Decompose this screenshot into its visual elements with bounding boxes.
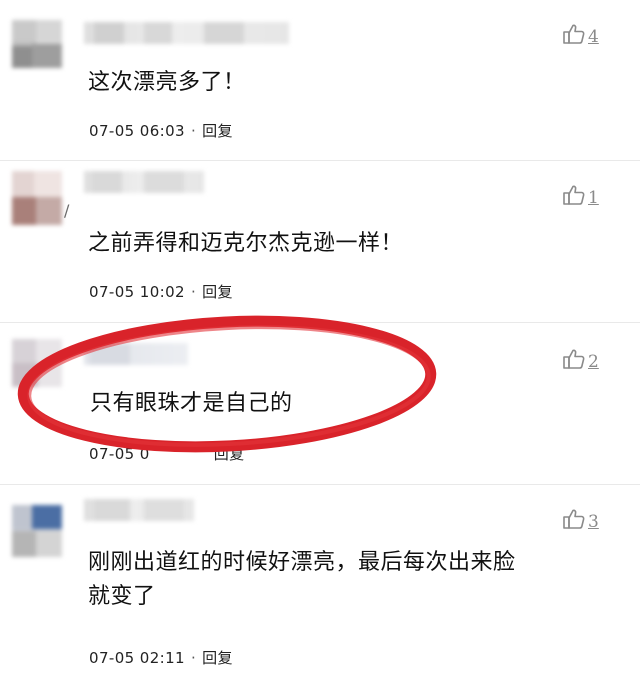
reply-link[interactable]: 回复 — [202, 283, 233, 301]
like-count: 3 — [588, 512, 599, 532]
like-button[interactable]: 1 — [562, 181, 599, 207]
avatar[interactable] — [12, 505, 62, 557]
comment-time: 07-05 02:11 — [89, 649, 185, 667]
comment-meta: 07-05 06:03 · 回复 — [89, 120, 233, 141]
thumbs-up-icon — [562, 507, 586, 531]
thumbs-up-icon — [562, 183, 586, 207]
like-button[interactable]: 3 — [562, 505, 599, 531]
like-count: 1 — [588, 188, 599, 208]
like-count: 4 — [588, 27, 599, 47]
comment-time: 07-05 0 — [89, 445, 150, 463]
like-button[interactable]: 4 — [562, 20, 599, 46]
comment-time: 07-05 06:03 — [89, 122, 185, 140]
reply-link[interactable]: 回复 — [202, 122, 233, 140]
thumbs-up-icon — [562, 22, 586, 46]
comment-text: 之前弄得和迈克尔杰克逊一样！ — [88, 231, 404, 256]
comment-meta: 07-05 02:11 · 回复 — [89, 647, 233, 668]
quote-mark-icon: / — [64, 201, 70, 220]
comment-2: / 1 之前弄得和迈克尔杰克逊一样！ 07-05 10:02 · 回复 — [0, 161, 640, 321]
meta-separator: · — [190, 283, 197, 301]
comment-text: 只有眼珠才是自己的 — [90, 391, 293, 416]
reply-link[interactable]: 回复 — [202, 649, 233, 667]
comment-text: 这次漂亮多了！ — [88, 70, 246, 95]
comment-time: 07-05 10:02 — [89, 283, 185, 301]
meta-separator: · — [190, 649, 197, 667]
comment-meta: 07-05 0 回复 — [89, 443, 245, 464]
username-blurred[interactable] — [84, 499, 194, 521]
thumbs-up-icon — [562, 347, 586, 371]
reply-link[interactable]: 回复 — [214, 445, 245, 463]
like-button[interactable]: 2 — [562, 345, 599, 371]
comment-text: 刚刚出道红的时候好漂亮，最后每次出来脸 就变了 — [88, 550, 516, 609]
username-blurred[interactable] — [84, 22, 289, 44]
meta-separator: · — [190, 122, 197, 140]
avatar[interactable] — [12, 20, 62, 68]
comment-meta: 07-05 10:02 · 回复 — [89, 281, 233, 302]
avatar[interactable] — [12, 339, 62, 387]
like-count: 2 — [588, 352, 599, 372]
username-blurred[interactable] — [84, 343, 188, 365]
username-blurred[interactable] — [84, 171, 204, 193]
comment-1: 4 这次漂亮多了！ 07-05 06:03 · 回复 — [0, 0, 640, 165]
avatar[interactable] — [12, 171, 62, 225]
comment-4: 3 刚刚出道红的时候好漂亮，最后每次出来脸 就变了 07-05 02:11 · 回复 — [0, 485, 640, 693]
